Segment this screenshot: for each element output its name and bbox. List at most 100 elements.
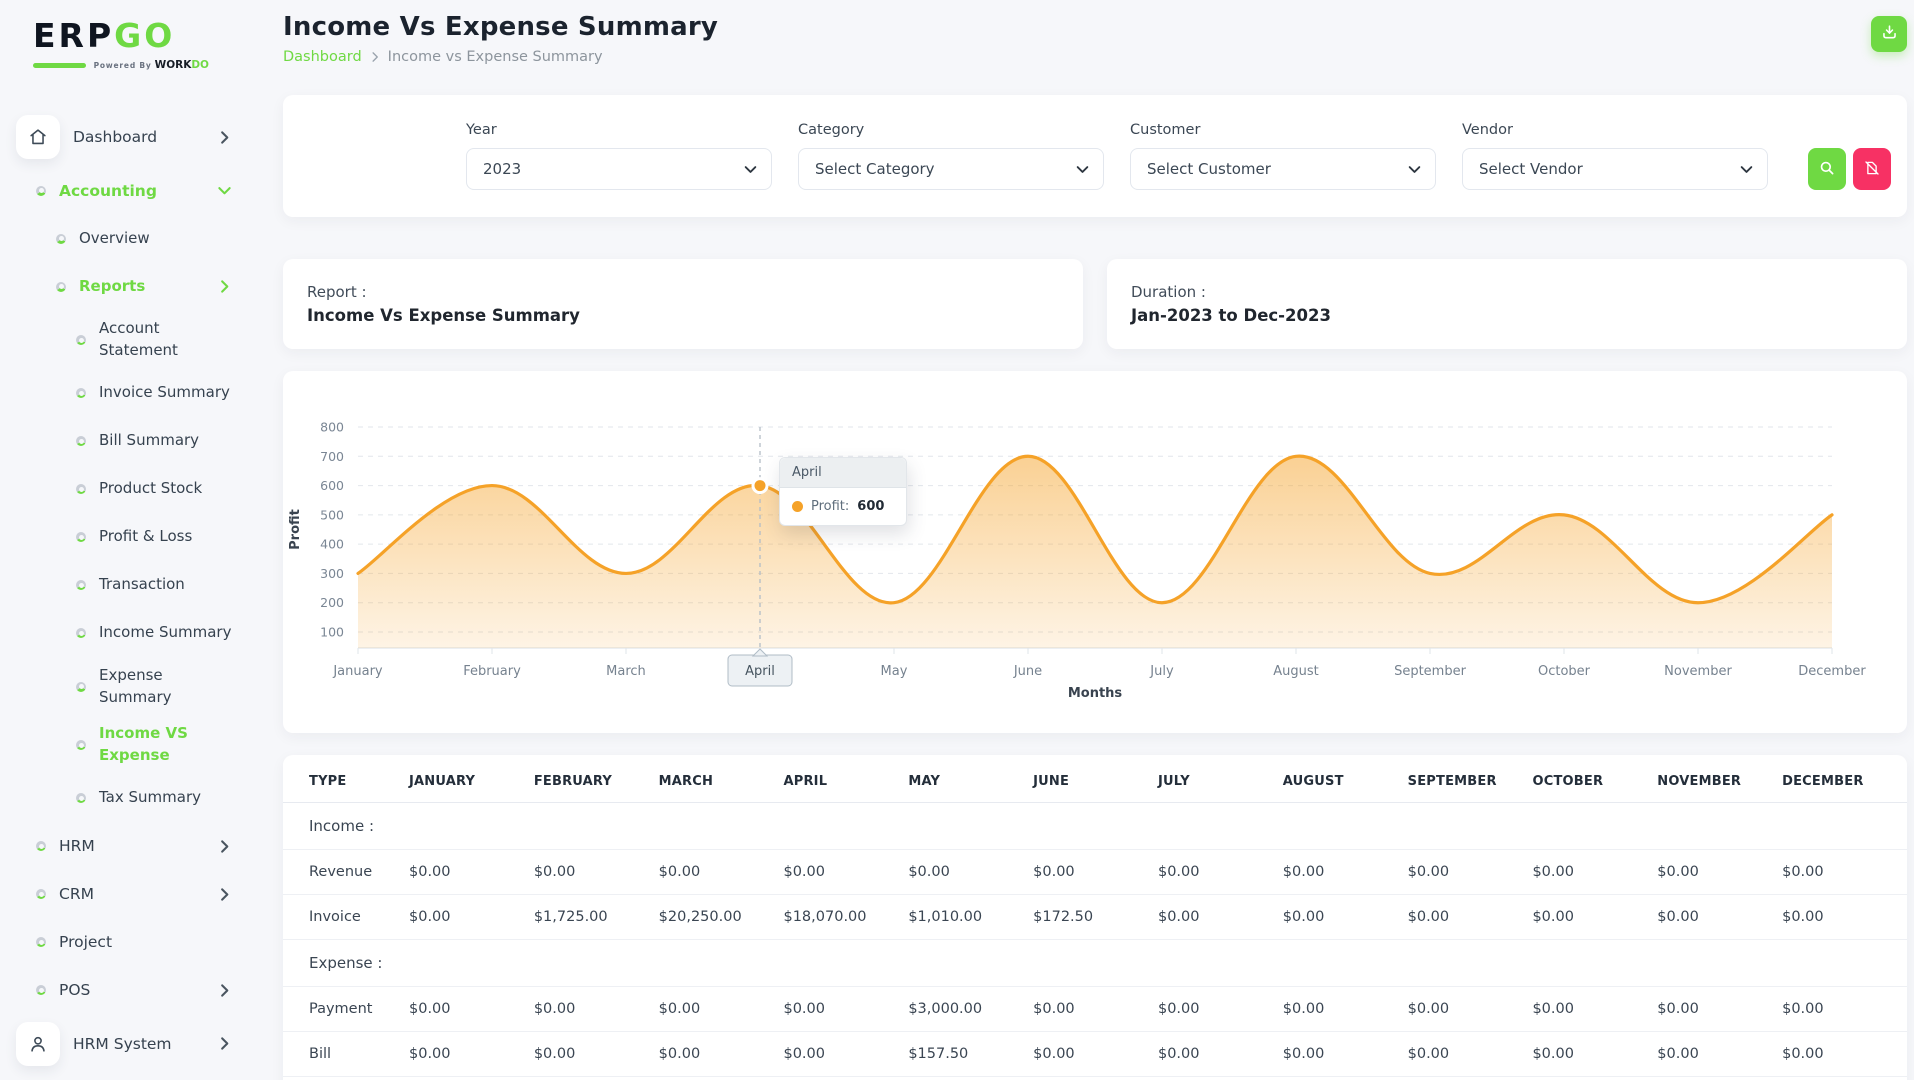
reset-filter-button[interactable]: [1853, 148, 1891, 190]
cell-value: $0.00: [1157, 1046, 1200, 1062]
cell-value: $18,070.00: [783, 909, 867, 925]
svg-text:Profit: Profit: [288, 509, 303, 550]
sidebar-item-reports[interactable]: Reports: [16, 270, 230, 303]
cell-value: $0.00: [1282, 1046, 1325, 1062]
report-card: Report : Income Vs Expense Summary: [283, 259, 1083, 349]
sidebar-item-label: Account Statement: [99, 319, 178, 360]
sidebar-item-label: CRM: [59, 885, 94, 904]
section-row: Income :: [283, 803, 1907, 850]
file-off-icon: [1863, 159, 1881, 180]
chevron-down-icon: [1740, 165, 1753, 174]
sidebar-item-transaction[interactable]: Transaction: [16, 569, 230, 602]
chevron-down-icon: [744, 165, 757, 174]
sidebar: ERPGO Powered By WORK DO Dashboard Account…: [0, 0, 277, 1080]
sidebar-item-bill-summary[interactable]: Bill Summary: [16, 425, 230, 458]
sidebar-item-expense-summary[interactable]: Expense Summary: [16, 665, 230, 709]
cell-value: $0.00: [1407, 1046, 1450, 1062]
cell-value: $0.00: [1657, 1046, 1699, 1062]
logo-text: ERPGO: [33, 16, 277, 55]
sidebar-item-dashboard[interactable]: Dashboard: [16, 115, 230, 160]
cell-value: $0.00: [1782, 1046, 1824, 1062]
sidebar-item-label: HRM: [59, 837, 95, 856]
sidebar-item-overview[interactable]: Overview: [16, 222, 230, 255]
download-icon: [1880, 23, 1899, 45]
cell-value: $1,010.00: [908, 909, 983, 925]
column-header: MAY: [908, 774, 941, 789]
bullet-icon: [76, 793, 86, 804]
profit-chart-card: 100 200 300 400 500 600 700 800 January February M…: [283, 371, 1907, 733]
page-title: Income Vs Expense Summary: [283, 12, 719, 42]
customer-filter: Customer Select Customer: [1130, 122, 1436, 190]
summary-cards-row: Report : Income Vs Expense Summary Durat…: [283, 259, 1907, 349]
filter-buttons: [1808, 148, 1891, 190]
row-label: Invoice: [309, 909, 361, 925]
sidebar-item-label: Income VS Expense: [99, 724, 188, 765]
sidebar-item-hrm-system[interactable]: HRM System: [16, 1021, 230, 1066]
logo-go: GO: [114, 16, 176, 55]
svg-text:400: 400: [320, 537, 344, 552]
svg-text:February: February: [463, 664, 521, 679]
cell-value: $0.00: [1782, 864, 1824, 880]
sidebar-item-crm[interactable]: CRM: [16, 878, 230, 911]
logo-subline: Powered By WORK DO: [33, 59, 209, 71]
vendor-filter: Vendor Select Vendor: [1462, 122, 1768, 190]
chevron-down-icon: [218, 183, 231, 198]
svg-text:Months: Months: [1068, 686, 1123, 701]
cell-value: $0.00: [658, 864, 701, 880]
svg-text:December: December: [1798, 664, 1866, 679]
customer-select[interactable]: Select Customer: [1130, 148, 1436, 190]
year-select[interactable]: 2023: [466, 148, 772, 190]
sidebar-item-label: Invoice Summary: [99, 383, 230, 402]
cell-value: $3,000.00: [908, 1001, 983, 1017]
section-row: Expense :: [283, 940, 1907, 987]
sidebar-item-income-vs-expense[interactable]: Income VS Expense: [16, 723, 230, 767]
download-button[interactable]: [1871, 16, 1907, 52]
cell-value: $0.00: [1657, 1001, 1699, 1017]
svg-text:July: July: [1149, 664, 1174, 679]
cell-value: $0.00: [1532, 864, 1574, 880]
sidebar-item-product-stock[interactable]: Product Stock: [16, 473, 230, 506]
svg-text:100: 100: [320, 625, 344, 640]
sidebar-item-profit-loss[interactable]: Profit & Loss: [16, 521, 230, 554]
profit-area-chart[interactable]: 100 200 300 400 500 600 700 800 January February M…: [283, 371, 1895, 711]
breadcrumb-dashboard-link[interactable]: Dashboard: [283, 49, 362, 65]
bullet-icon: [36, 985, 46, 996]
cell-value: $0.00: [908, 864, 950, 880]
report-label: Report :: [307, 283, 367, 301]
app-logo[interactable]: ERPGO Powered By WORK DO: [16, 16, 277, 71]
vendor-select[interactable]: Select Vendor: [1462, 148, 1768, 190]
bullet-icon: [76, 436, 86, 447]
cell-value: $0.00: [533, 864, 576, 880]
bullet-icon: [76, 532, 86, 543]
breadcrumb-separator-icon: [371, 51, 379, 63]
cell-value: $0.00: [1033, 864, 1075, 880]
cell-value: $0.00: [1657, 909, 1699, 925]
column-header: JANUARY: [409, 774, 476, 789]
column-header: MARCH: [658, 774, 714, 789]
sidebar-item-income-summary[interactable]: Income Summary: [16, 617, 231, 650]
bullet-icon: [36, 185, 46, 196]
sidebar-item-label: Reports: [79, 276, 146, 295]
sidebar-item-label: Transaction: [99, 575, 185, 594]
cell-value: $0.00: [658, 1001, 701, 1017]
cell-value: $0.00: [1782, 909, 1824, 925]
column-header: JULY: [1157, 774, 1190, 789]
sidebar-item-project[interactable]: Project: [16, 926, 230, 959]
sidebar-item-invoice-summary[interactable]: Invoice Summary: [16, 377, 230, 410]
main-content: Income Vs Expense Summary Dashboard Inco…: [277, 0, 1914, 1080]
category-select[interactable]: Select Category: [798, 148, 1104, 190]
page-header: Income Vs Expense Summary Dashboard Inco…: [283, 12, 1907, 65]
sidebar-item-pos[interactable]: POS: [16, 974, 230, 1007]
sidebar-item-hrm[interactable]: HRM: [16, 830, 230, 863]
bullet-icon: [76, 740, 86, 751]
workdo-brand-accent: DO: [191, 59, 209, 72]
sidebar-item-account-statement[interactable]: Account Statement: [16, 318, 230, 362]
table-row: Payment $0.00 $0.00 $0.00 $0.00 $3,000.00 $0.0…: [283, 987, 1907, 1032]
sidebar-item-label: Bill Summary: [99, 431, 200, 450]
report-value: Income Vs Expense Summary: [307, 306, 580, 325]
search-button[interactable]: [1808, 148, 1846, 190]
income-expense-table: TYPE JANUARY FEBRUARY MARCH APRIL MAY JUNE JULY…: [283, 759, 1907, 1077]
sidebar-item-accounting[interactable]: Accounting: [16, 174, 231, 207]
svg-text:800: 800: [320, 420, 344, 435]
sidebar-item-tax-summary[interactable]: Tax Summary: [16, 782, 230, 815]
